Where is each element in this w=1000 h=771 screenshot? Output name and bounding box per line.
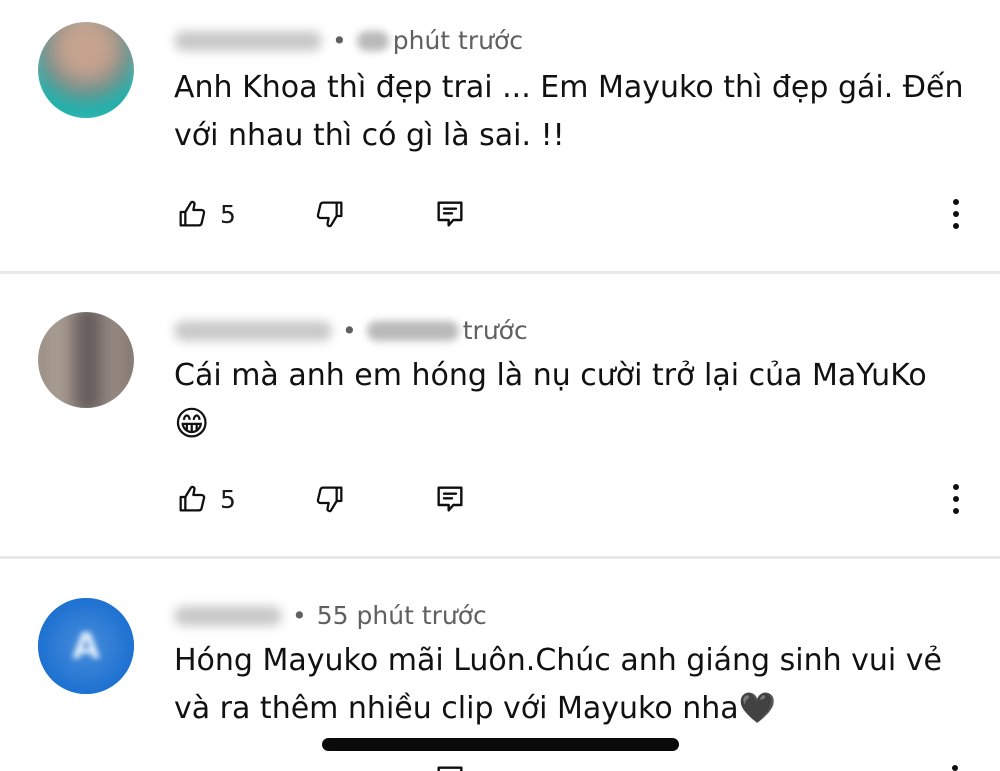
blurred-username[interactable]: [174, 320, 332, 341]
comment-actions: 5: [0, 479, 1000, 519]
like-count: 5: [220, 199, 236, 229]
dislike-button[interactable]: [314, 479, 346, 519]
reply-comment-icon: [437, 486, 463, 512]
avatar[interactable]: [38, 312, 134, 408]
avatar[interactable]: [38, 22, 134, 118]
comment-time: trước: [462, 316, 528, 345]
comment-text-content: Hóng Mayuko mãi Luôn.Chúc anh giáng sinh…: [174, 643, 943, 726]
home-indicator[interactable]: [322, 738, 679, 751]
dislike-button[interactable]: [314, 194, 346, 234]
comment-meta: • 55 phút trước: [174, 601, 487, 630]
comment-divider: [0, 556, 1000, 559]
more-vert-icon: [953, 199, 959, 229]
thumbs-down-icon: [316, 201, 343, 228]
thumbs-up-icon: [179, 485, 206, 512]
reply-button[interactable]: [434, 479, 466, 519]
comment-text: Cái mà anh em hóng là nụ cười trở lại củ…: [174, 352, 964, 448]
meta-separator: •: [332, 26, 347, 55]
reply-button[interactable]: [434, 194, 466, 234]
comment-meta: • trước: [174, 316, 528, 345]
comment-actions-partial: [434, 763, 466, 771]
comment-actions: 5: [0, 194, 1000, 234]
reply-comment-icon: [437, 201, 463, 227]
thumbs-down-icon: [316, 486, 343, 513]
comment-time: 55 phút trước: [316, 601, 487, 630]
comment-text: Anh Khoa thì đẹp trai ... Em Mayuko thì …: [174, 70, 964, 153]
like-button[interactable]: 5: [176, 479, 236, 519]
meta-separator: •: [292, 601, 307, 630]
comment-time: phút trước: [392, 26, 524, 55]
blurred-username[interactable]: [174, 605, 282, 626]
comment-text: Hóng Mayuko mãi Luôn.Chúc anh giáng sinh…: [174, 637, 964, 733]
more-options-button[interactable]: [944, 479, 968, 519]
blurred-time-number: [356, 30, 389, 51]
reply-comment-icon: [437, 766, 463, 771]
like-button[interactable]: 5: [176, 194, 236, 234]
grinning-emoji: 😁: [174, 404, 210, 444]
more-vert-icon: [953, 484, 959, 514]
comment-divider: [0, 271, 1000, 274]
avatar-letter: A: [72, 625, 100, 667]
thumbs-up-icon: [179, 200, 206, 227]
black-heart-emoji: 🖤: [738, 691, 777, 726]
blurred-username[interactable]: [174, 30, 322, 51]
comment-meta: • phút trước: [174, 26, 523, 55]
like-count: 5: [220, 484, 236, 514]
more-options-button[interactable]: [944, 194, 968, 234]
more-options-partial: [952, 763, 960, 771]
blurred-time-number: [366, 320, 459, 341]
avatar[interactable]: A: [38, 598, 134, 694]
meta-separator: •: [342, 316, 357, 345]
comment-text-line: Cái mà anh em hóng là nụ cười trở lại củ…: [174, 358, 927, 393]
